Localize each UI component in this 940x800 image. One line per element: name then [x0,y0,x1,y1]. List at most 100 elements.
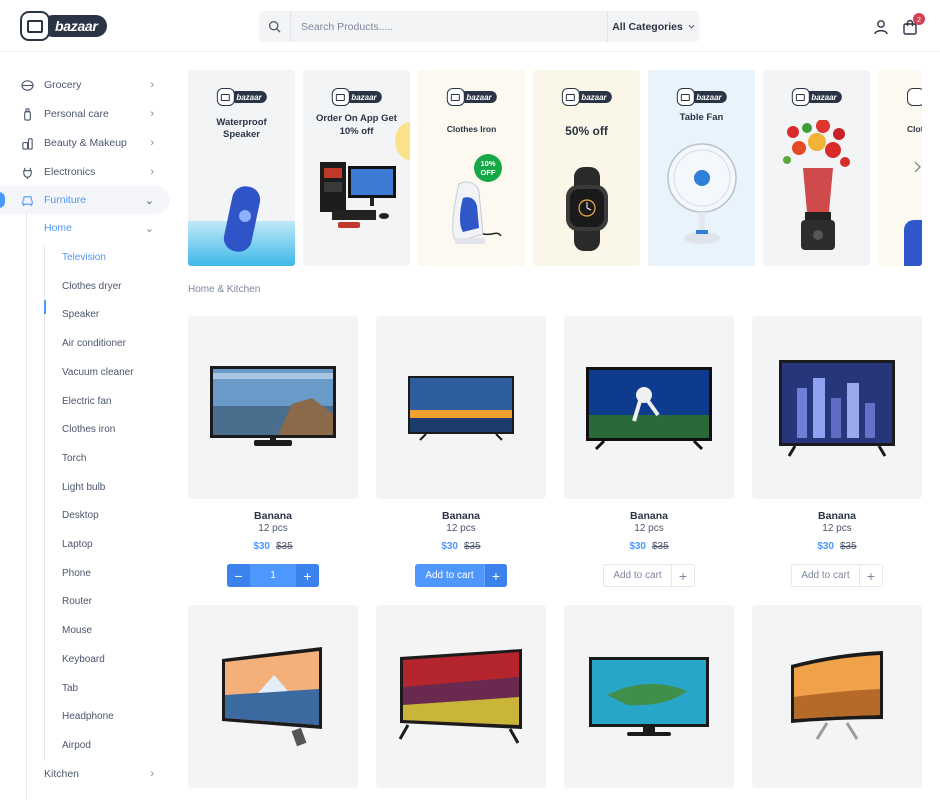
add-to-cart-group: Add to cart + [415,564,507,587]
subcategory-item[interactable]: Laptop [62,534,162,554]
subcategory-item[interactable]: Keyboard [62,649,162,669]
subcategory-item[interactable]: Tab [62,678,162,698]
banner-logo: bazaar [791,88,842,106]
increment-button[interactable]: + [296,564,319,587]
product-image[interactable] [376,605,546,788]
add-to-cart-button[interactable]: Add to cart [604,565,671,586]
original-price: $35 [840,541,857,552]
product-image[interactable] [752,316,922,499]
promo-banner[interactable]: bazaar 50% off [533,70,640,266]
product-image[interactable] [752,605,922,788]
subcategory-item[interactable]: Desktop [62,505,162,525]
product-image[interactable] [188,605,358,788]
quantity-stepper: − 1 + [227,564,319,587]
sofa-icon [20,193,34,207]
sidebar-item-label: Personal care [44,108,109,120]
search-icon[interactable] [259,11,291,42]
promo-banner[interactable]: bazaar Waterproof Speaker [188,70,295,266]
sidebar-sub-kitchen[interactable]: Kitchen › [44,763,164,785]
subcategory-item[interactable]: Mouse [62,620,162,640]
banner-title: 50% off [565,124,608,138]
product-image[interactable] [376,316,546,499]
promo-banner[interactable]: bazaar [763,70,870,266]
subcategory-item[interactable]: Router [62,591,162,611]
section-heading: Home & Kitchen [188,284,261,295]
product-image[interactable] [564,316,734,499]
sidebar-item-electronics[interactable]: Electronics › [0,158,170,186]
subcategory-item[interactable]: Clothes dryer [62,276,162,296]
chevron-right-icon: › [150,79,154,91]
subcategory-item[interactable]: Headphone [62,706,162,726]
banner-title: Waterproof Speaker [216,117,267,140]
current-price: $30 [629,541,646,552]
increment-button[interactable]: + [671,565,694,586]
sidebar-item-label: Electronics [44,166,96,178]
current-price: $30 [441,541,458,552]
television-icon [589,656,709,736]
sidebar-item-beauty[interactable]: Beauty & Makeup › [0,129,170,157]
banner-title: Table Fan [679,112,724,123]
add-to-cart-group: Add to cart + [603,564,695,587]
subcategory-item[interactable]: Light bulb [62,477,162,497]
grocery-icon [20,78,34,92]
product-price: $30 $35 [376,541,546,552]
increment-button[interactable]: + [859,565,882,586]
sidebar-item-grocery[interactable]: Grocery › [0,71,170,99]
desktop-computer-icon [303,160,410,236]
user-icon[interactable] [871,17,891,37]
cart-button[interactable]: 2 [900,13,925,37]
beauty-icon [20,136,34,150]
subcategory-item[interactable]: Television [62,247,162,267]
chevron-down-icon: ⌄ [144,222,154,235]
add-to-cart-button[interactable]: Add to cart [792,565,859,586]
category-select[interactable]: All Categories [607,11,699,42]
product-name: Banana [818,510,856,522]
subcategory-item[interactable]: Airpod [62,735,162,755]
chevron-down-icon: ⌄ [144,195,154,207]
brand-logo[interactable]: bazaar [20,11,107,41]
product-price: $30 $35 [752,541,922,552]
banner-logo: bazaar [446,88,497,106]
chevron-right-icon: › [150,166,154,178]
subcategory-item[interactable]: Clothes iron [62,419,162,439]
promo-banner[interactable]: bazaar Table Fan [648,70,755,266]
clothes-iron-icon [418,178,525,250]
sidebar-item-label: Grocery [44,79,82,91]
category-sidebar: Grocery › Personal care › Beauty & Makeu… [0,52,170,800]
carousel-next-button[interactable] [914,160,922,176]
increment-button[interactable]: + [484,564,507,587]
sidebar-item-label: Furniture [44,194,87,206]
subcategory-item[interactable]: Vacuum cleaner [62,362,162,382]
original-price: $35 [276,541,293,552]
sidebar-item-furniture[interactable]: Furniture ⌄ [0,186,170,214]
subcategory-item[interactable]: Air conditioner [62,333,162,353]
product-quantity: 12 pcs [634,523,664,534]
sidebar-sub-home[interactable]: Home ⌄ [44,217,164,239]
current-price: $30 [817,541,834,552]
original-price: $35 [464,541,481,552]
product-image[interactable] [188,316,358,499]
smart-watch-icon [533,167,640,251]
sidebar-item-personal-care[interactable]: Personal care › [0,100,170,128]
product-quantity: 12 pcs [822,523,852,534]
chevron-right-icon: › [150,108,154,120]
product-name: Banana [442,510,480,522]
decrement-button[interactable]: − [227,564,250,587]
logo-wordmark: bazaar [42,15,107,37]
product-quantity: 12 pcs [446,523,476,534]
subcategory-item[interactable]: Phone [62,563,162,583]
search-input[interactable] [291,11,607,42]
promo-banner[interactable]: bazaar Clothes Iron 10% OFF [418,70,525,266]
television-icon [586,366,712,450]
quantity-value: 1 [270,570,276,581]
speaker-icon [188,180,295,258]
logo-mark-icon [20,11,50,41]
promo-banner[interactable]: bazaar Order On App Get 10% off [303,70,410,266]
product-image[interactable] [564,605,734,788]
subcategory-item[interactable]: Speaker [62,304,162,324]
banner-logo: bazaar [676,88,727,106]
add-to-cart-button[interactable]: Add to cart [415,564,484,587]
subcategory-item[interactable]: Electric fan [62,391,162,411]
banner-logo: bazaar [331,88,382,106]
subcategory-item[interactable]: Torch [62,448,162,468]
